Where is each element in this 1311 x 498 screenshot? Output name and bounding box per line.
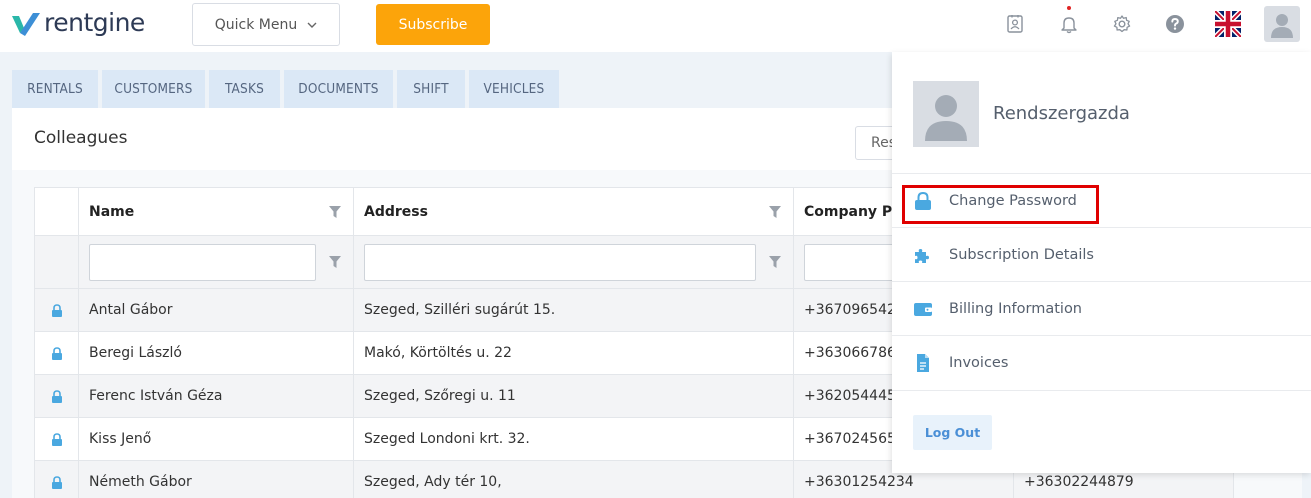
lock-icon [51, 346, 62, 360]
tab-rentals[interactable]: RENTALS [12, 70, 98, 108]
help-button[interactable] [1163, 10, 1187, 38]
brand-name: rentgine [44, 8, 145, 37]
logout-button[interactable]: Log Out [913, 415, 992, 450]
lock-icon [51, 432, 62, 446]
column-header-address[interactable]: Address [353, 187, 794, 236]
invoices-label: Invoices [949, 355, 1009, 371]
billing-information-label: Billing Information [949, 301, 1082, 317]
uk-flag-icon [1215, 11, 1241, 37]
help-icon [1166, 15, 1184, 33]
tab-customers[interactable]: CUSTOMERS [102, 70, 205, 108]
filter-cell-address [353, 235, 794, 289]
column-header-company-phone-label: Company Ph [804, 203, 903, 220]
row-name: Antal Gábor [78, 288, 354, 332]
row-name: Ferenc István Géza [78, 374, 354, 418]
divider [892, 173, 1311, 174]
divider [892, 390, 1311, 391]
divider [892, 281, 1311, 282]
subscription-details-label: Subscription Details [949, 247, 1094, 263]
quick-menu-label: Quick Menu [214, 16, 298, 33]
filter-icon[interactable] [769, 206, 781, 218]
document-icon [917, 354, 929, 372]
row-name: Beregi László [78, 331, 354, 375]
logo-mark-icon [12, 12, 40, 36]
divider [892, 335, 1311, 336]
chevron-down-icon [307, 22, 317, 28]
user-dropdown-menu: Rendszergazda Change Password Subscripti… [892, 52, 1311, 473]
puzzle-icon [915, 249, 929, 263]
highlight-box [902, 185, 1099, 224]
billing-information-item[interactable]: Billing Information [913, 294, 1082, 324]
row-address: Makó, Körtöltés u. 22 [353, 331, 794, 375]
notification-dot [1067, 6, 1071, 10]
settings-button[interactable] [1110, 10, 1134, 38]
top-bar: rentgine Quick Menu Subscribe [0, 0, 1311, 52]
contact-card-icon [1007, 15, 1023, 33]
module-tabs: RENTALS CUSTOMERS TASKS DOCUMENTS SHIFT … [12, 70, 559, 108]
row-status-cell [34, 288, 79, 332]
filter-icon[interactable] [329, 206, 341, 218]
lock-icon [51, 389, 62, 403]
tab-tasks[interactable]: TASKS [209, 70, 280, 108]
subscription-details-item[interactable]: Subscription Details [913, 240, 1094, 270]
username: Rendszergazda [993, 103, 1130, 124]
contacts-button[interactable] [1003, 10, 1027, 38]
user-avatar-icon [925, 95, 967, 141]
row-name: Németh Gábor [78, 460, 354, 498]
gear-icon [1113, 15, 1131, 33]
wallet-icon [914, 303, 932, 316]
name-filter-input[interactable] [89, 243, 316, 281]
lock-icon [51, 303, 62, 317]
divider [892, 227, 1311, 228]
filter-icon[interactable] [769, 256, 781, 268]
bell-icon [1061, 17, 1077, 34]
row-address: Szeged, Szőregi u. 11 [353, 374, 794, 418]
language-selector[interactable] [1215, 10, 1241, 38]
address-filter-input[interactable] [364, 243, 756, 281]
row-status-cell [34, 374, 79, 418]
column-header-name-label: Name [89, 203, 135, 220]
quick-menu-dropdown[interactable]: Quick Menu [192, 3, 340, 46]
tab-vehicles[interactable]: VEHICLES [469, 70, 559, 108]
tab-documents[interactable]: DOCUMENTS [284, 70, 393, 108]
lock-icon [51, 475, 62, 489]
filter-icon[interactable] [329, 256, 341, 268]
filter-cell-name [78, 235, 354, 289]
user-avatar-icon [1271, 14, 1293, 38]
row-address: Szeged, Szilléri sugárút 15. [353, 288, 794, 332]
column-header-status [34, 187, 79, 236]
avatar [913, 81, 979, 147]
column-header-address-label: Address [364, 203, 428, 220]
row-status-cell [34, 331, 79, 375]
row-address: Szeged, Ady tér 10, [353, 460, 794, 498]
invoices-item[interactable]: Invoices [913, 348, 1008, 378]
notifications-button[interactable] [1057, 6, 1081, 38]
user-menu-button[interactable] [1264, 6, 1300, 42]
subscribe-button[interactable]: Subscribe [376, 4, 490, 45]
row-status-cell [34, 417, 79, 461]
row-address: Szeged Londoni krt. 32. [353, 417, 794, 461]
tab-shift[interactable]: SHIFT [397, 70, 465, 108]
column-header-name[interactable]: Name [78, 187, 354, 236]
row-name: Kiss Jenő [78, 417, 354, 461]
row-status-cell [34, 460, 79, 498]
page-title: Colleagues [34, 128, 128, 148]
filter-cell-status [34, 235, 79, 289]
brand-logo[interactable]: rentgine [11, 8, 145, 37]
